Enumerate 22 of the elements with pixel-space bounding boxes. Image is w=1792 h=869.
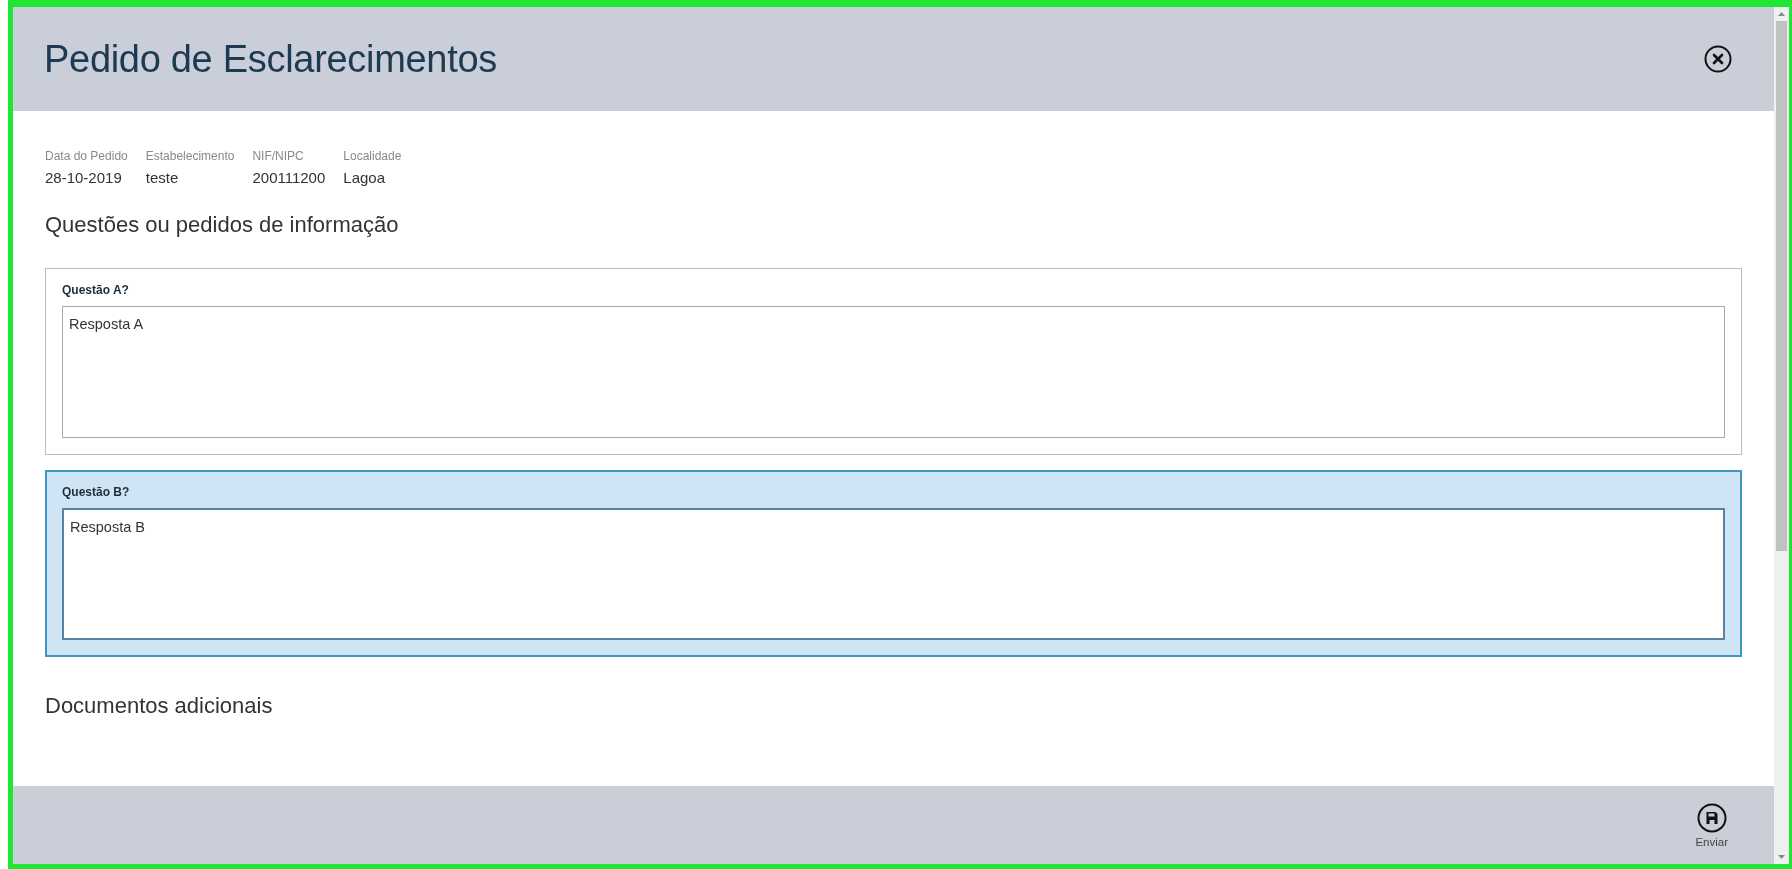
scrollbar-thumb[interactable] [1776, 21, 1787, 551]
question-card[interactable]: Questão A? Resposta A [45, 268, 1742, 455]
field-value: teste [145, 169, 180, 186]
question-card[interactable]: Questão B? Resposta B [45, 470, 1742, 657]
scrollbar[interactable] [1774, 7, 1789, 864]
question-label: Questão A? [62, 283, 130, 297]
close-button[interactable] [1704, 45, 1732, 73]
answer-field[interactable]: Resposta A [62, 306, 1725, 438]
section-heading: Questões ou pedidos de informação [45, 212, 400, 238]
field-label: Estabelecimento [145, 149, 235, 163]
question-label: Questão B? [62, 485, 131, 499]
answer-field[interactable]: Resposta B [62, 508, 1725, 640]
field-label: Localidade [343, 149, 402, 163]
section-heading: Documentos adicionais [45, 693, 274, 719]
field-value: 28-10-2019 [45, 169, 123, 186]
field-label: Data do Pedido [45, 149, 128, 163]
save-icon [1696, 802, 1727, 833]
dialog-title: Pedido de Esclarecimentos [44, 37, 497, 81]
field-value: Lagoa [343, 169, 387, 186]
send-button[interactable]: Enviar [1695, 802, 1728, 848]
field-value: 200111200 [252, 169, 326, 186]
field-label: NIF/NIPC [252, 149, 305, 163]
